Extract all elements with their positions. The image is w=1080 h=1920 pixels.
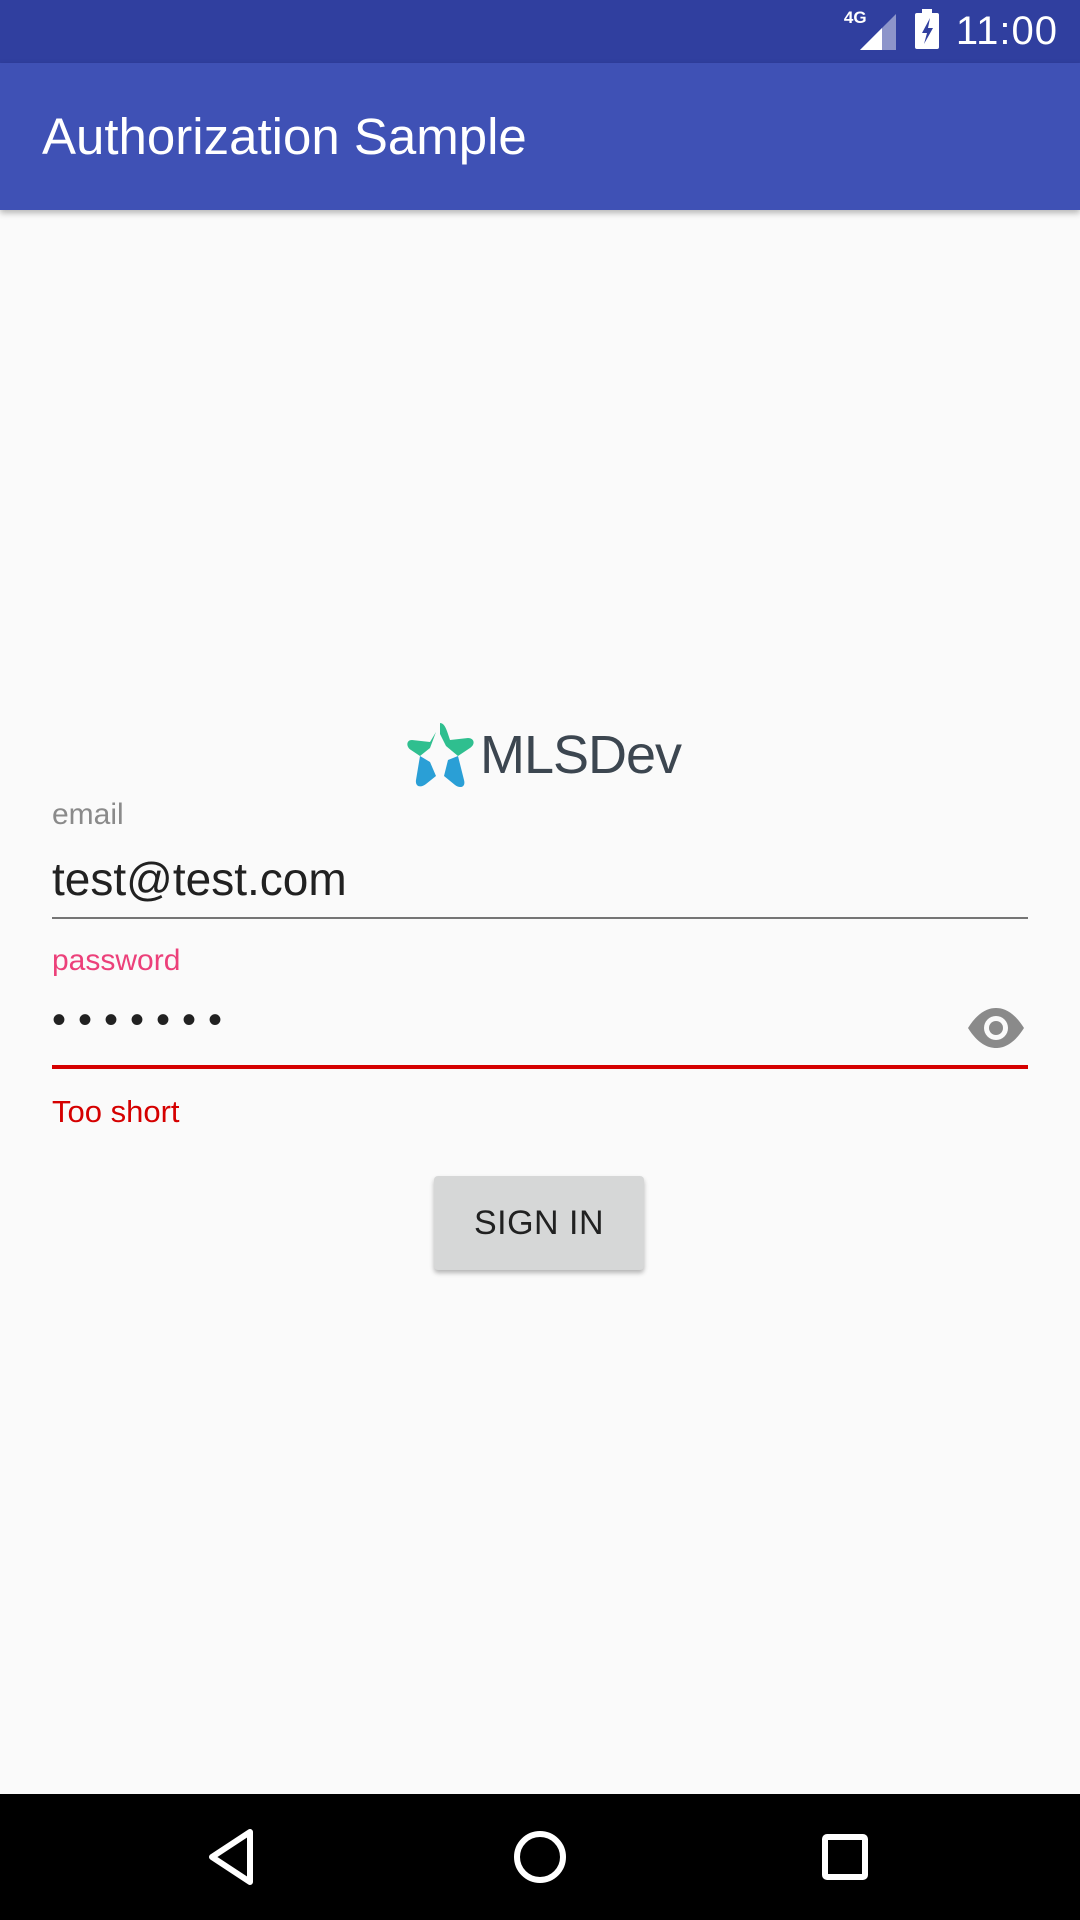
- email-label: email: [52, 798, 124, 831]
- home-icon[interactable]: [507, 1824, 573, 1890]
- network-type: 4G: [843, 7, 867, 27]
- navigation-bar: [0, 1794, 1080, 1920]
- password-label: password: [52, 944, 181, 977]
- password-error: Too short: [52, 1094, 180, 1129]
- recents-icon[interactable]: [812, 1824, 878, 1890]
- email-field[interactable]: test@test.com: [52, 852, 1012, 912]
- status-icons: 4G 11:00: [844, 0, 1058, 63]
- app-title: Authorization Sample: [42, 108, 527, 165]
- battery-icon: [914, 9, 940, 54]
- email-underline: [52, 917, 1028, 919]
- screen: 4G 11:00 Authorization Sample MLSDev ema…: [0, 0, 1080, 1920]
- password-underline: [52, 1065, 1028, 1069]
- logo-star-icon: [407, 723, 474, 788]
- logo-text: MLSDev: [480, 725, 682, 785]
- back-icon[interactable]: [202, 1824, 268, 1890]
- sign-in-button[interactable]: SIGN IN: [434, 1176, 644, 1270]
- eye-icon[interactable]: [966, 1004, 1026, 1052]
- password-field[interactable]: •••••••: [52, 998, 932, 1058]
- signal-icon: 4G: [844, 8, 898, 52]
- status-time: 11:00: [955, 9, 1058, 53]
- app-bar: Authorization Sample: [0, 63, 1080, 210]
- status-bar: 4G 11:00: [0, 0, 1080, 63]
- mlsdev-logo: MLSDev: [406, 720, 682, 790]
